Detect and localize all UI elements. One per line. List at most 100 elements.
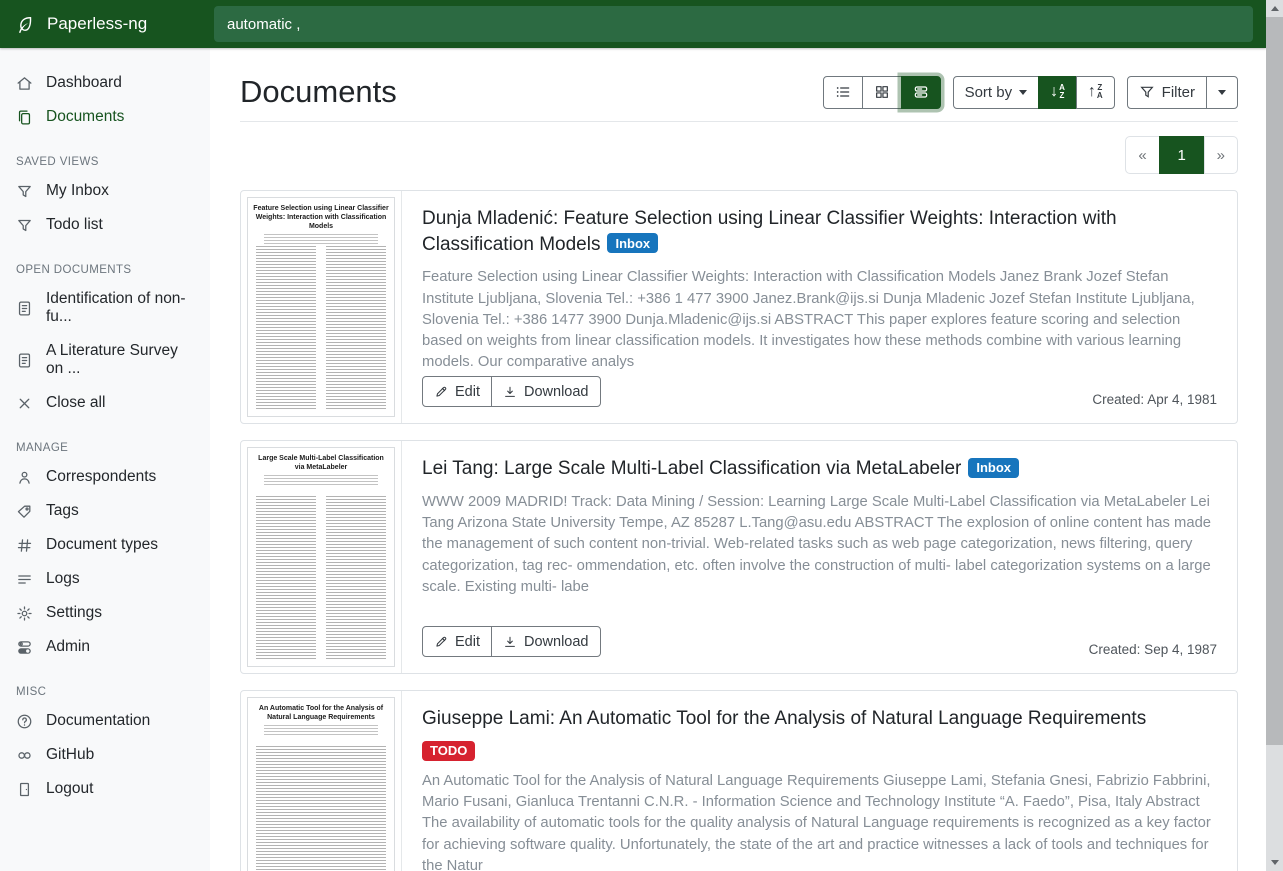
grid-view-icon — [874, 84, 890, 100]
window-scrollbar[interactable] — [1266, 0, 1283, 871]
sidebar-item-label: My Inbox — [46, 182, 109, 200]
person-icon — [16, 469, 33, 486]
brand[interactable]: Paperless-ng — [0, 14, 210, 35]
filter-icon — [1139, 84, 1155, 100]
filter-button[interactable]: Filter — [1127, 76, 1207, 109]
document-thumbnail[interactable]: Feature Selection using Linear Classifie… — [241, 191, 402, 423]
chevron-down-icon — [1218, 90, 1226, 95]
sidebar-item-my-inbox[interactable]: My Inbox — [0, 174, 210, 208]
pagination-next-button[interactable]: » — [1204, 136, 1238, 174]
edit-button[interactable]: Edit — [422, 626, 492, 657]
sidebar-item-logout[interactable]: Logout — [0, 772, 210, 806]
sidebar-item-documentation[interactable]: Documentation — [0, 704, 210, 738]
thumbnail-title: Feature Selection using Linear Classifie… — [253, 204, 389, 231]
thumbnail-page: Feature Selection using Linear Classifie… — [247, 197, 395, 417]
thumbnail-title: Large Scale Multi-Label Classification v… — [253, 454, 389, 472]
sort-alpha-up-button[interactable]: ↑ZA — [1076, 76, 1115, 109]
sidebar-item-label: Documents — [46, 108, 124, 126]
top-navbar: Paperless-ng — [0, 0, 1266, 48]
thumbnail-authors-lines — [264, 234, 378, 245]
scrollbar-down-button[interactable] — [1266, 854, 1283, 871]
sidebar-item-admin[interactable]: Admin — [0, 630, 210, 664]
filter-icon — [16, 183, 33, 200]
sidebar-item-label: Logs — [46, 570, 80, 588]
sidebar-item-todo-list[interactable]: Todo list — [0, 208, 210, 242]
logs-icon — [16, 571, 33, 588]
document-list: Feature Selection using Linear Classifie… — [240, 190, 1238, 871]
sidebar: Dashboard Documents SAVED VIEWS My Inbox Tod… — [0, 48, 210, 871]
pagination-page-1-button[interactable]: 1 — [1159, 136, 1205, 174]
chevron-down-icon — [1019, 90, 1027, 95]
edit-button[interactable]: Edit — [422, 376, 492, 407]
thumbnail-text-lines — [256, 746, 386, 871]
main-content: Documents Sort by ↓AZ↑ZA Filter — [210, 48, 1266, 871]
document-card: Feature Selection using Linear Classifie… — [240, 190, 1238, 424]
leaf-icon — [15, 14, 36, 35]
home-icon — [16, 75, 33, 92]
sort-by-button[interactable]: Sort by — [953, 76, 1040, 109]
tag-badge[interactable]: Inbox — [607, 233, 658, 253]
detail-view-button[interactable] — [901, 76, 941, 109]
scrollbar-thumb[interactable] — [1266, 17, 1283, 745]
download-button[interactable]: Download — [491, 626, 601, 657]
document-footer: EditDownloadCreated: Apr 4, 1981 — [422, 376, 1217, 407]
sidebar-item-label: Todo list — [46, 216, 103, 234]
document-excerpt: Feature Selection using Linear Classifie… — [422, 267, 1217, 373]
sidebar-item-identification-of-non-fu[interactable]: Identification of non-fu... — [0, 282, 210, 334]
edit-label: Edit — [455, 384, 480, 400]
document-thumbnail[interactable]: An Automatic Tool for the Analysis of Na… — [241, 691, 402, 871]
filter-icon — [16, 217, 33, 234]
thumbnail-authors-lines — [264, 475, 378, 486]
sidebar-item-tags[interactable]: Tags — [0, 494, 210, 528]
sidebar-section-heading: SAVED VIEWS — [0, 156, 210, 168]
list-view-button[interactable] — [823, 76, 863, 109]
close-icon — [16, 395, 33, 412]
download-button[interactable]: Download — [491, 376, 601, 407]
sidebar-section-heading: MISC — [0, 686, 210, 698]
document-title[interactable]: Giuseppe Lami: An Automatic Tool for the… — [422, 706, 1217, 761]
pagination-prev-button[interactable]: « — [1125, 136, 1159, 174]
gear-icon — [16, 605, 33, 622]
document-thumbnail[interactable]: Large Scale Multi-Label Classification v… — [241, 441, 402, 673]
sort-alpha-down-button[interactable]: ↓AZ — [1038, 76, 1077, 109]
sidebar-item-label: Documentation — [46, 712, 150, 730]
link-icon — [16, 747, 33, 764]
download-icon — [503, 385, 517, 399]
thumbnail-text-lines — [256, 496, 386, 660]
sidebar-item-documents[interactable]: Documents — [0, 100, 210, 134]
sidebar-item-label: Document types — [46, 536, 158, 554]
document-body: Giuseppe Lami: An Automatic Tool for the… — [402, 691, 1237, 871]
document-excerpt: An Automatic Tool for the Analysis of Na… — [422, 771, 1217, 871]
sidebar-item-correspondents[interactable]: Correspondents — [0, 460, 210, 494]
filter-label: Filter — [1162, 84, 1195, 101]
pagination: « 1 » — [240, 136, 1238, 174]
document-excerpt: WWW 2009 MADRID! Track: Data Mining / Se… — [422, 492, 1217, 598]
document-card: Large Scale Multi-Label Classification v… — [240, 440, 1238, 674]
sidebar-item-settings[interactable]: Settings — [0, 596, 210, 630]
search-input[interactable] — [214, 6, 1253, 42]
download-icon — [503, 635, 517, 649]
sort-alpha-up-icon: ↑ZA — [1088, 83, 1103, 100]
sidebar-item-logs[interactable]: Logs — [0, 562, 210, 596]
sidebar-section-heading: OPEN DOCUMENTS — [0, 264, 210, 276]
tag-badge[interactable]: TODO — [422, 741, 475, 761]
sidebar-item-label: GitHub — [46, 746, 94, 764]
sidebar-item-label: Settings — [46, 604, 102, 622]
sidebar-item-label: Identification of non-fu... — [46, 290, 194, 326]
sidebar-item-github[interactable]: GitHub — [0, 738, 210, 772]
sidebar-item-label: Logout — [46, 780, 93, 798]
filter-dropdown-button[interactable] — [1206, 76, 1238, 109]
grid-view-button[interactable] — [862, 76, 902, 109]
tag-badge[interactable]: Inbox — [968, 458, 1019, 478]
documents-icon — [16, 109, 33, 126]
sidebar-item-close-all[interactable]: Close all — [0, 386, 210, 420]
view-toggle-group — [823, 76, 941, 109]
sidebar-item-document-types[interactable]: Document types — [0, 528, 210, 562]
thumbnail-page: An Automatic Tool for the Analysis of Na… — [247, 697, 395, 871]
document-card: An Automatic Tool for the Analysis of Na… — [240, 690, 1238, 871]
sidebar-item-dashboard[interactable]: Dashboard — [0, 66, 210, 100]
document-title[interactable]: Dunja Mladenić: Feature Selection using … — [422, 206, 1217, 257]
scrollbar-up-button[interactable] — [1266, 0, 1283, 17]
sidebar-item-a-literature-survey-on[interactable]: A Literature Survey on ... — [0, 334, 210, 386]
document-title[interactable]: Lei Tang: Large Scale Multi-Label Classi… — [422, 456, 1217, 482]
